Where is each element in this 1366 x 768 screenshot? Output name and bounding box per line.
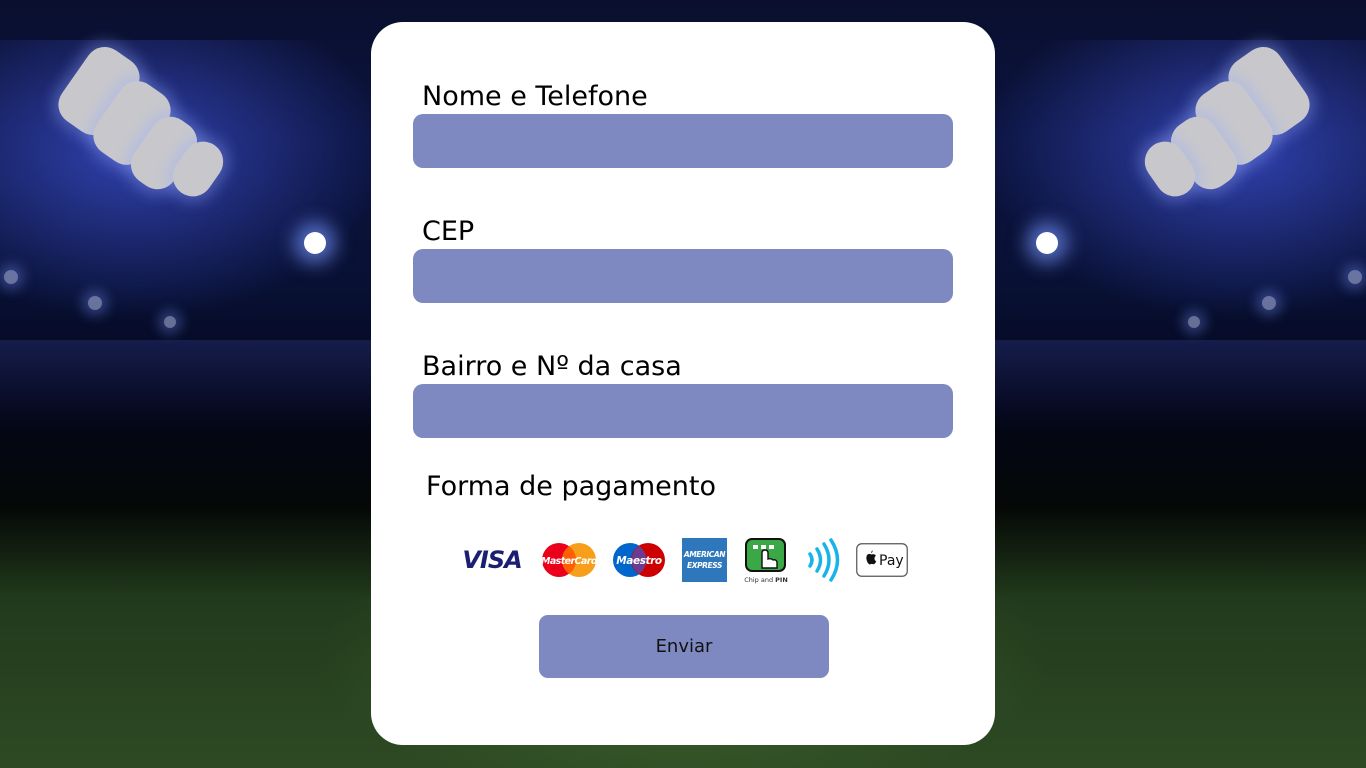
floodlight-glow — [1188, 316, 1200, 328]
svg-text:VISA: VISA — [462, 546, 521, 574]
floodlight-glow — [1036, 232, 1058, 254]
mastercard-icon: MasterCard — [541, 543, 597, 577]
cep-input[interactable] — [413, 249, 953, 303]
floodlight-glow — [4, 270, 18, 284]
name-phone-input[interactable] — [413, 114, 953, 168]
svg-text:Chip and PIN: Chip and PIN — [744, 576, 788, 584]
contactless-icon — [808, 538, 840, 582]
floodlight-glow — [88, 296, 102, 310]
maestro-icon: Maestro — [613, 543, 665, 577]
svg-text:EXPRESS: EXPRESS — [687, 561, 722, 570]
floodlight-glow — [304, 232, 326, 254]
address-label: Bairro e Nº da casa — [422, 351, 682, 382]
payment-methods-row: VISA MasterCard Maestro AMERICAN EXPRESS — [459, 538, 909, 584]
apple-pay-icon: Pay — [856, 543, 908, 577]
cep-label: CEP — [422, 216, 475, 247]
svg-text:Maestro: Maestro — [616, 555, 662, 567]
floodlight-glow — [1262, 296, 1276, 310]
submit-button[interactable]: Enviar — [539, 615, 829, 678]
floodlight-glow — [164, 316, 176, 328]
svg-text:MasterCard: MasterCard — [541, 556, 597, 567]
delivery-form-card: Nome e Telefone CEP Bairro e Nº da casa … — [371, 22, 995, 745]
floodlight-glow — [1348, 270, 1362, 284]
american-express-icon: AMERICAN EXPRESS — [682, 538, 727, 582]
svg-text:Pay: Pay — [879, 553, 904, 569]
visa-icon: VISA — [462, 546, 522, 574]
address-input[interactable] — [413, 384, 953, 438]
svg-text:AMERICAN: AMERICAN — [683, 550, 726, 559]
payment-method-label: Forma de pagamento — [426, 471, 716, 502]
chip-and-pin-icon: Chip and PIN — [744, 538, 788, 584]
name-phone-label: Nome e Telefone — [422, 81, 648, 112]
